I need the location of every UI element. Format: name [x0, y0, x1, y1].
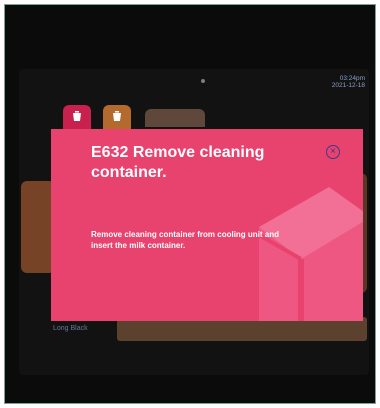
dialog-title: E632 Remove cleaning container.: [91, 144, 265, 181]
page-indicator-dot: [201, 79, 205, 83]
background-card-left: [21, 181, 55, 273]
background-item-long-black[interactable]: Long Black: [53, 325, 88, 332]
status-date: 2021-12-18: [331, 82, 365, 89]
tab-favorites[interactable]: [103, 105, 131, 129]
tab-drinks[interactable]: [63, 105, 91, 129]
cup-icon: [113, 111, 121, 121]
status-clock: 03:24pm 2021-12-18: [332, 75, 365, 89]
close-icon: ×: [330, 146, 336, 157]
close-button[interactable]: ×: [326, 145, 340, 159]
dialog-message: Remove cleaning container from cooling u…: [91, 230, 280, 250]
tab-background[interactable]: [145, 109, 205, 127]
error-dialog: E632 Remove cleaning container. Remove c…: [51, 129, 363, 321]
device-photo-frame: 03:24pm 2021-12-18 Long Black E632 Remov…: [4, 4, 376, 404]
status-time: 03:24pm: [339, 75, 365, 82]
cup-icon: [73, 111, 81, 121]
